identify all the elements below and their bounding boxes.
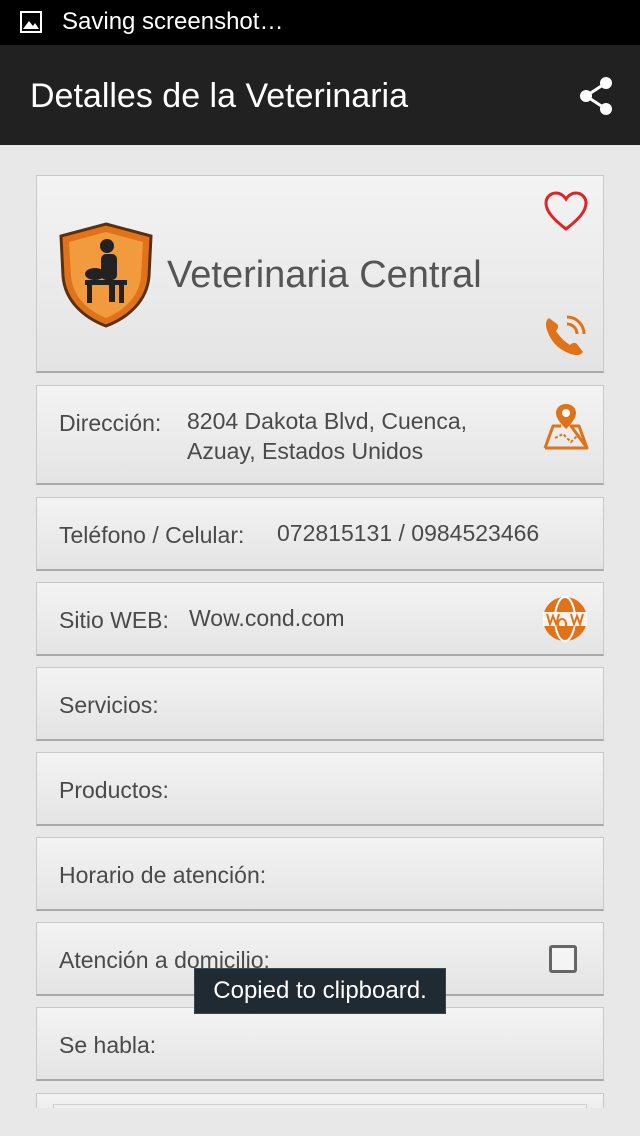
address-line-1: 8204 Dakota Blvd, Cuenca,	[187, 408, 468, 434]
heart-icon[interactable]	[543, 190, 589, 237]
share-icon[interactable]	[576, 75, 618, 122]
status-notification-text: Saving screenshot…	[62, 8, 284, 35]
bottom-edge	[0, 1108, 640, 1136]
map-pin-icon[interactable]	[541, 402, 591, 457]
status-bar: Saving screenshot…	[0, 0, 640, 45]
address-row[interactable]: Dirección: 8204 Dakota Blvd, Cuenca, Azu…	[36, 385, 604, 485]
phone-label: Teléfono / Celular:	[59, 522, 245, 548]
next-row-partial[interactable]	[36, 1093, 604, 1108]
products-row[interactable]: Productos:	[36, 752, 604, 826]
vet-shield-logo	[57, 222, 155, 333]
services-label: Servicios:	[59, 692, 159, 718]
details-content[interactable]: Veterinaria Central Dirección: 8204 Dako…	[0, 145, 640, 1108]
languages-row[interactable]: Se habla:	[36, 1007, 604, 1081]
toast-message: Copied to clipboard.	[194, 968, 446, 1014]
website-row[interactable]: Sitio WEB: Wow.cond.com	[36, 582, 604, 656]
action-bar: Detalles de la Veterinaria	[0, 45, 640, 145]
products-label: Productos:	[59, 777, 169, 803]
address-label: Dirección:	[59, 410, 162, 436]
languages-label: Se habla:	[59, 1032, 157, 1058]
phone-row[interactable]: Teléfono / Celular: 072815131 / 09845234…	[36, 497, 604, 571]
image-icon	[20, 11, 42, 38]
phone-value: 072815131 / 0984523466	[277, 520, 540, 546]
website-label: Sitio WEB:	[59, 607, 169, 633]
schedule-row[interactable]: Horario de atención:	[36, 837, 604, 911]
home-service-checkbox[interactable]	[549, 945, 577, 973]
vet-name: Veterinaria Central	[167, 254, 482, 296]
phone-icon[interactable]	[541, 312, 589, 365]
page-title: Detalles de la Veterinaria	[30, 77, 409, 115]
address-line-2: Azuay, Estados Unidos	[187, 438, 424, 464]
www-globe-icon[interactable]	[541, 595, 589, 648]
schedule-label: Horario de atención:	[59, 862, 267, 888]
website-value: Wow.cond.com	[189, 605, 345, 631]
services-row[interactable]: Servicios:	[36, 667, 604, 741]
vet-header-card[interactable]: Veterinaria Central	[36, 175, 604, 373]
